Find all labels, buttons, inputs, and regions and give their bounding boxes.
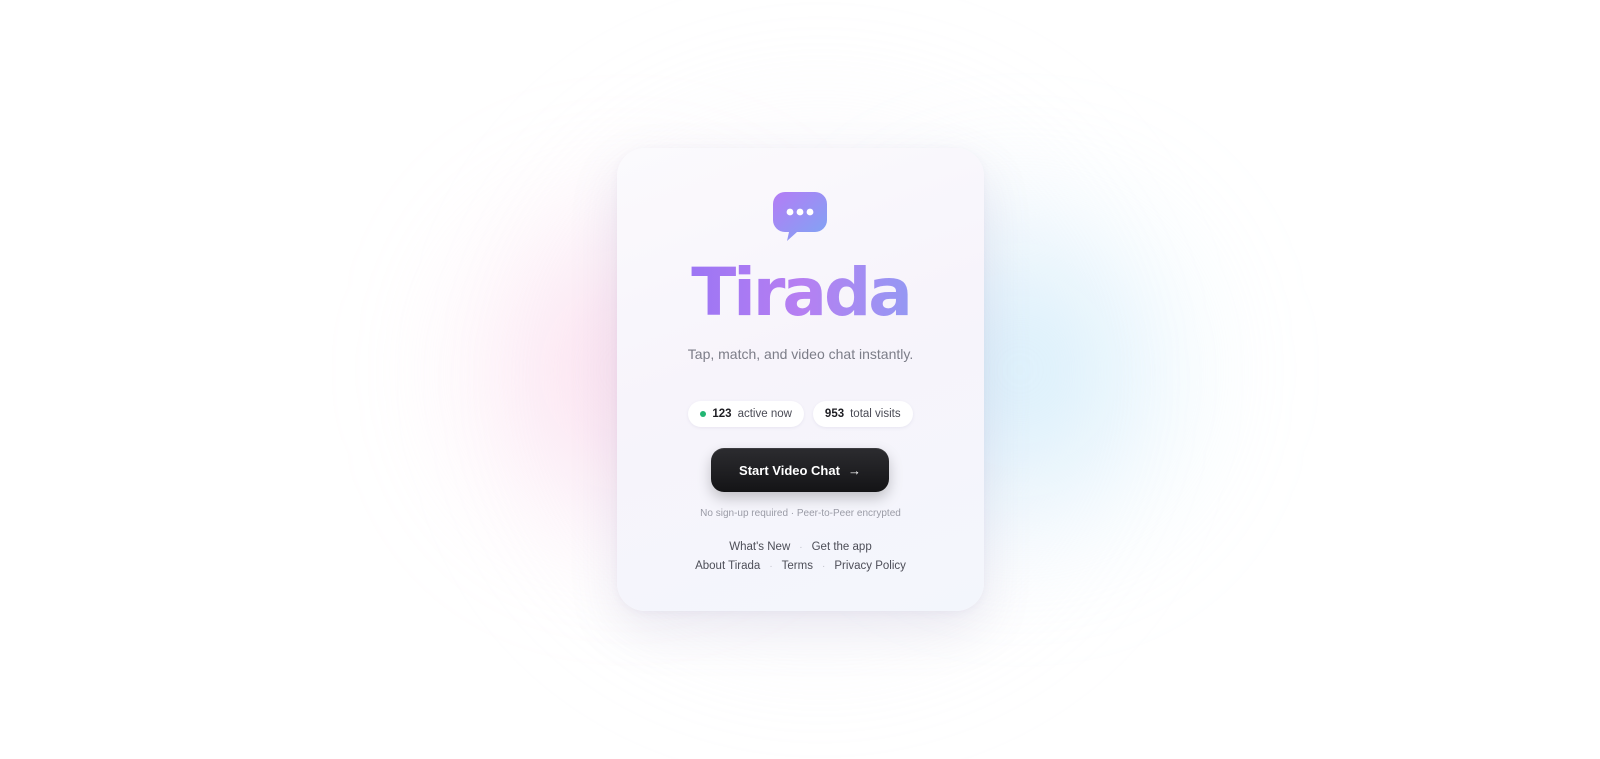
footer-links-primary: What's New · Get the app xyxy=(617,541,984,553)
total-visits-badge: 953 total visits xyxy=(812,401,913,427)
privacy-policy-link[interactable]: Privacy Policy xyxy=(834,560,906,572)
active-users-badge: 123 active now xyxy=(688,401,804,427)
online-status-icon xyxy=(700,411,707,417)
welcome-card: Tirada Tap, match, and video chat instan… xyxy=(617,148,984,611)
link-separator: · xyxy=(821,560,826,572)
footer-links-secondary: About Tirada · Terms · Privacy Policy xyxy=(617,560,984,572)
about-link[interactable]: About Tirada xyxy=(695,560,760,572)
start-video-chat-button[interactable]: Start Video Chat → xyxy=(711,448,889,492)
active-count: 123 xyxy=(712,408,732,420)
chat-bubble-icon xyxy=(773,192,827,242)
arrow-right-icon: → xyxy=(847,462,861,478)
whats-new-link[interactable]: What's New xyxy=(729,541,790,553)
active-label: active now xyxy=(737,408,792,420)
link-separator: · xyxy=(799,541,803,553)
start-video-chat-label: Start Video Chat xyxy=(739,462,840,478)
tagline: Tap, match, and video chat instantly. xyxy=(687,346,914,362)
terms-link[interactable]: Terms xyxy=(782,560,813,572)
get-the-app-link[interactable]: Get the app xyxy=(812,541,872,553)
privacy-note: No sign-up required · Peer-to-Peer encry… xyxy=(700,508,901,519)
visits-label: total visits xyxy=(850,408,901,420)
visits-count: 953 xyxy=(824,408,845,420)
stats-row: 123 active now 953 total visits xyxy=(617,401,984,427)
app-title: Tirada xyxy=(617,260,984,326)
link-separator: · xyxy=(769,560,773,572)
